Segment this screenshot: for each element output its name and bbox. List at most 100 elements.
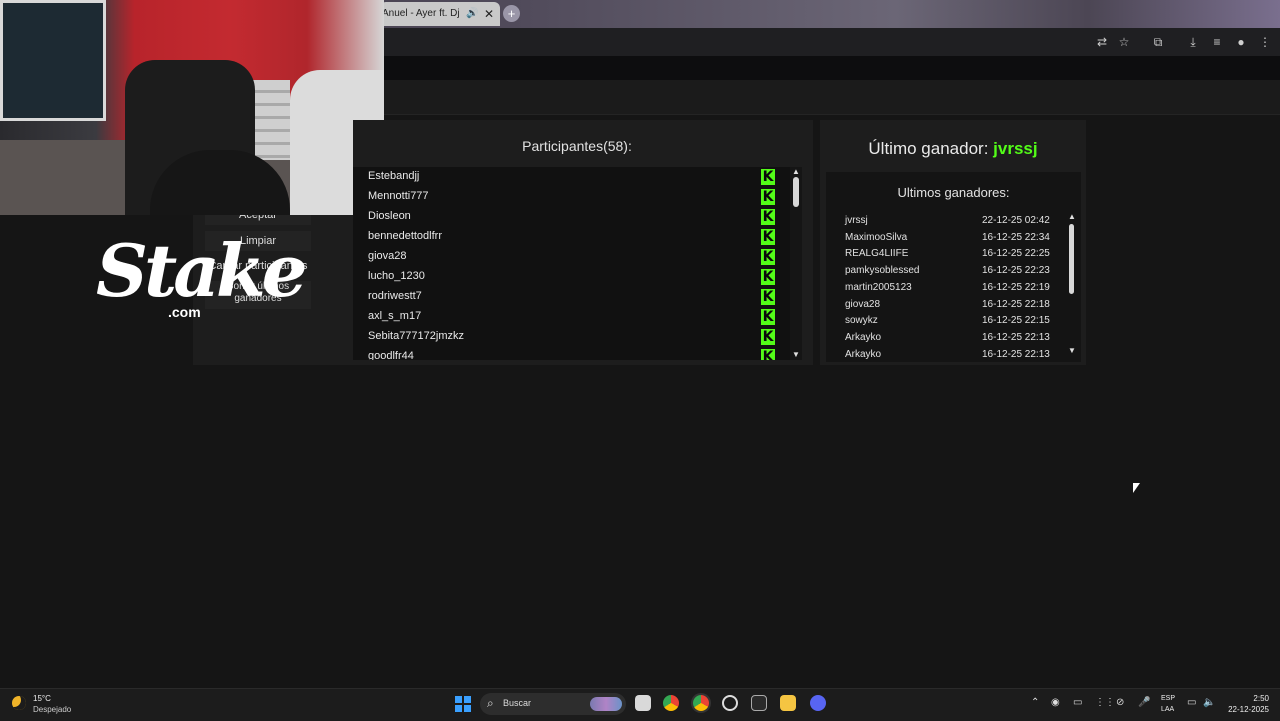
participants-title: Participantes(58): — [522, 138, 632, 154]
mouse-cursor-icon — [1133, 483, 1140, 493]
winner-name: martin2005123 — [845, 281, 912, 293]
winner-row: MaximooSilva 16-12-25 22:34 — [826, 232, 1066, 248]
winner-row: giova28 16-12-25 22:18 — [826, 299, 1066, 315]
participants-list[interactable]: Estebandjj K Mennotti777 K Diosleon Kbennedet… — [353, 167, 790, 360]
winners-list-title: Ultimos ganadores: — [897, 185, 1010, 200]
taskbar-search[interactable]: ⌕ Buscar — [480, 693, 626, 715]
search-label: Buscar — [503, 698, 532, 708]
winner-row: jvrssj 22-12-25 02:42 — [826, 215, 1066, 231]
browser-tab[interactable]: Anuel - Ayer ft. Dj Nel 🔊 ✕ — [380, 2, 500, 26]
winner-date: 16-12-25 22:13 — [982, 331, 1050, 343]
bookmark-star-icon[interactable]: ☆ — [1116, 34, 1132, 50]
participant-row[interactable]: lucho_1230 K — [353, 267, 790, 287]
kick-logo-icon: K — [761, 249, 775, 265]
media-queue-icon[interactable]: ≡ — [1209, 34, 1225, 50]
participant-name: lucho_1230 — [368, 270, 425, 282]
participants-scroll-thumb[interactable] — [793, 177, 799, 207]
moon-weather-icon[interactable] — [12, 696, 26, 710]
participant-row[interactable]: goodlfr44 K — [353, 347, 790, 360]
discord-tray-icon[interactable]: ◉ — [1051, 697, 1060, 708]
kick-logo-icon: K — [761, 189, 775, 205]
participant-row[interactable]: rodriwestt7 K — [353, 287, 790, 307]
last-winner-name: jvrssj — [993, 139, 1038, 158]
address-bar[interactable] — [380, 28, 1280, 56]
participant-name: Mennotti777 — [368, 190, 429, 202]
last-winner-label: Último ganador: — [868, 139, 989, 158]
windows-start-icon[interactable] — [455, 696, 471, 712]
participant-row[interactable]: Estebandjj K — [353, 167, 790, 187]
winner-row: Arkayko 16-12-25 22:13 — [826, 332, 1066, 348]
webcam-overlay — [0, 0, 384, 215]
winner-name: REALG4LIIFE — [845, 248, 909, 260]
clock-date[interactable]: 22-12-2025 — [1218, 705, 1269, 714]
bookmarks-bar — [380, 56, 1280, 80]
menu-dots-icon[interactable]: ⋮ — [1257, 34, 1273, 50]
participant-name: axl_s_m17 — [368, 310, 422, 322]
winner-row: Arkayko 16-12-25 22:13 — [826, 349, 1066, 362]
kick-logo-icon: K — [761, 329, 775, 345]
display-icon[interactable]: ▭ — [1187, 697, 1196, 708]
winners-list[interactable]: Ultimos ganadores: jvrssj 22-12-25 02:42 M… — [826, 172, 1081, 362]
obs-icon[interactable] — [722, 695, 738, 711]
winner-name: Arkayko — [845, 331, 882, 343]
winner-name: sowykz — [845, 315, 878, 327]
clock-time[interactable]: 2:50 — [1227, 694, 1269, 703]
participant-row[interactable]: axl_s_m17 K — [353, 307, 790, 327]
kick-logo-icon: K — [761, 169, 775, 185]
participant-row[interactable]: Diosleon K — [353, 207, 790, 227]
winner-date: 16-12-25 22:15 — [982, 315, 1050, 327]
profile-avatar-icon[interactable]: ● — [1233, 34, 1249, 50]
logo-wordmark: Stake — [96, 228, 308, 313]
extensions-icon[interactable]: ⧉ — [1150, 34, 1166, 50]
new-tab-button[interactable]: + — [503, 5, 520, 22]
kick-logo-icon: K — [761, 349, 775, 360]
tab-title: Anuel - Ayer ft. Dj Nel — [382, 8, 462, 19]
winner-row: martin2005123 16-12-25 22:19 — [826, 282, 1066, 298]
volume-icon[interactable]: 🔈 — [1203, 697, 1215, 708]
language-indicator[interactable]: ESP — [1161, 695, 1175, 702]
close-tab-icon[interactable]: ✕ — [484, 2, 494, 26]
speaker-icon[interactable]: 🔊 — [466, 2, 478, 26]
epic-games-icon[interactable] — [751, 695, 767, 711]
scroll-down-icon[interactable]: ▼ — [790, 350, 802, 359]
network-off-icon[interactable]: ⊘ — [1116, 697, 1124, 708]
participant-name: Sebita777172jmzkz — [368, 330, 465, 342]
tray-grid-icon[interactable]: ⋮⋮ — [1095, 697, 1115, 708]
discord-icon[interactable] — [810, 695, 826, 711]
chevron-up-icon[interactable]: ⌃ — [1031, 697, 1039, 708]
participant-row[interactable]: bennedettodlfrr K — [353, 227, 790, 247]
microphone-icon[interactable]: 🎤 — [1138, 697, 1150, 708]
chrome-active-icon[interactable] — [693, 695, 709, 711]
winner-date: 16-12-25 22:25 — [982, 248, 1050, 260]
tray-app-icon[interactable]: ▭ — [1073, 697, 1082, 708]
winner-date: 16-12-25 22:13 — [982, 348, 1050, 360]
page-header — [380, 80, 1280, 115]
scroll-up-icon[interactable]: ▲ — [790, 167, 802, 176]
participant-name: goodlfr44 — [368, 350, 414, 360]
task-view-icon[interactable] — [635, 695, 651, 711]
winner-row: sowykz 16-12-25 22:15 — [826, 315, 1066, 331]
webcam-door — [0, 0, 106, 121]
search-highlight-image — [590, 697, 622, 711]
winner-date: 16-12-25 22:34 — [982, 231, 1050, 243]
last-winner-heading: Último ganador: jvrssj — [820, 139, 1086, 159]
participant-row[interactable]: giova28 K — [353, 247, 790, 267]
scroll-up-icon[interactable]: ▲ — [1066, 212, 1078, 221]
keyboard-layout-indicator[interactable]: LAA — [1161, 706, 1174, 713]
winners-scroll-thumb[interactable] — [1069, 224, 1074, 294]
winner-name: giova28 — [845, 298, 881, 310]
weather-temperature[interactable]: 15°C — [33, 694, 51, 703]
chrome-icon[interactable] — [663, 695, 679, 711]
translate-icon[interactable]: ⇄ — [1094, 34, 1110, 50]
winner-name: Arkayko — [845, 348, 882, 360]
kick-logo-icon: K — [761, 229, 775, 245]
participant-row[interactable]: Sebita777172jmzkz K — [353, 327, 790, 347]
winner-name: jvrssj — [845, 215, 868, 226]
search-icon: ⌕ — [487, 696, 494, 710]
download-icon[interactable]: ⤓ — [1185, 34, 1201, 50]
weather-description[interactable]: Despejado — [33, 705, 71, 714]
file-explorer-icon[interactable] — [780, 695, 796, 711]
participant-row[interactable]: Mennotti777 K — [353, 187, 790, 207]
winner-name: MaximooSilva — [845, 231, 908, 243]
scroll-down-icon[interactable]: ▼ — [1066, 346, 1078, 355]
